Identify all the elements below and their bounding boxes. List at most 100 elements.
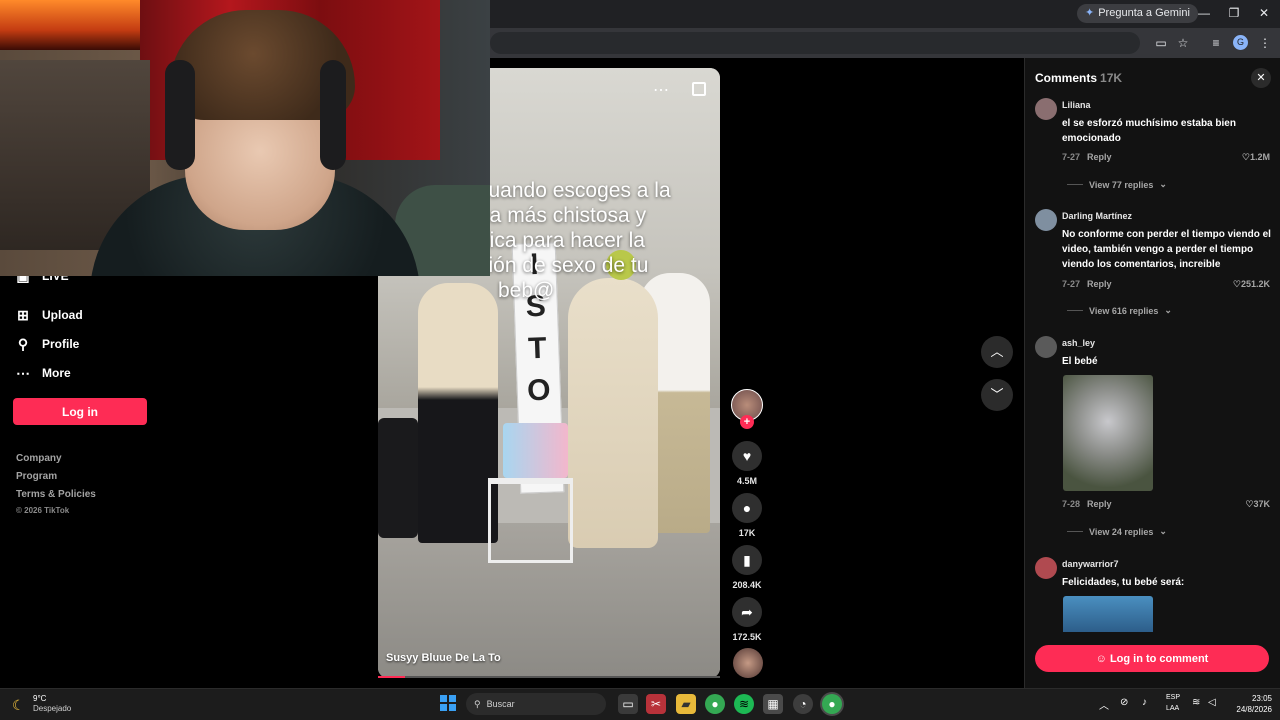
follow-plus-icon[interactable]: + [740,415,754,429]
close-comments-button[interactable]: ✕ [1251,68,1271,88]
chevron-down-icon: ﹀ [990,387,1004,402]
bookmark-star-icon[interactable]: ☆ [1174,34,1192,52]
video-person-left [418,283,498,543]
comment-like-count: 1.2M [1249,152,1270,162]
sidebar-item-profile[interactable]: ⚲ Profile [16,334,79,354]
view-replies-button[interactable]: View 24 replies ⌄ [1067,526,1167,537]
sidebar-item-label: Profile [42,337,80,351]
spotify-icon[interactable]: ≋ [734,694,754,714]
comment-sticker-image[interactable] [1063,375,1153,491]
footer-link-program[interactable]: Program [16,471,57,482]
comment-username[interactable]: danywarrior7 [1062,559,1119,569]
comment-button[interactable]: ● [732,493,762,523]
login-button[interactable]: Log in [13,398,147,425]
previous-video-button[interactable]: ︿ [981,336,1013,368]
windows-start-icon[interactable] [440,695,456,711]
comment-like[interactable]: ♡251.2K [1233,279,1270,290]
like-count: 4.5M [736,476,757,486]
comments-header: Comments 17K [1035,71,1122,85]
comment-username[interactable]: Darling Martínez [1062,211,1132,221]
input-layout[interactable]: LAA [1166,705,1179,712]
fullscreen-icon[interactable] [692,82,706,96]
comment-username[interactable]: Liliana [1062,100,1091,110]
restore-button[interactable]: ❐ [1222,4,1246,22]
volume-icon[interactable]: ◁ [1208,697,1216,708]
reply-button[interactable]: Reply [1087,279,1112,289]
gemini-sparkle-icon: ✦ [1085,7,1095,19]
comments-title: Comments [1035,71,1098,85]
minimize-button[interactable]: — [1192,4,1216,22]
comments-count: 17K [1100,71,1123,85]
view-replies-label: View 77 replies [1089,179,1154,190]
close-icon: ✕ [1256,72,1266,84]
reply-button[interactable]: Reply [1087,152,1112,162]
task-view-icon[interactable]: ▭ [618,694,638,714]
save-button[interactable]: ▮ [732,545,762,575]
login-to-comment-button[interactable]: ☺ Log in to comment [1035,645,1269,672]
divider [1067,184,1083,185]
divider [1067,310,1083,311]
chevron-down-icon: ⌄ [1159,179,1167,189]
address-bar[interactable] [490,32,1140,54]
sidebar-item-more[interactable]: ⋯ More [16,363,71,383]
weather-description[interactable]: Despejado [33,704,71,713]
comment-sticker-image[interactable] [1063,596,1153,632]
input-language[interactable]: ESP [1166,694,1180,701]
view-replies-button[interactable]: View 77 replies ⌄ [1067,179,1167,190]
comment-username[interactable]: ash_ley [1062,338,1095,348]
profile-avatar[interactable]: G [1233,35,1248,50]
comment-text: No conforme con perder el tiempo viendo … [1062,229,1271,270]
tray-network-off-icon[interactable]: ⊘ [1120,697,1128,708]
tray-microphone-icon[interactable]: ♪ [1142,697,1147,708]
comment-avatar[interactable] [1035,98,1057,120]
comment-avatar[interactable] [1035,557,1057,579]
view-replies-button[interactable]: View 616 replies ⌄ [1067,305,1172,316]
share-arrow-icon: ➦ [741,604,753,620]
snipping-tool-icon[interactable]: ✂ [646,694,666,714]
clock-time[interactable]: 23:05 [1232,694,1272,703]
comment-avatar[interactable] [1035,209,1057,231]
comment-text: el se esforzó muchísimo estaba bien emoc… [1062,118,1236,144]
tab-search-icon[interactable]: ≡ [1207,34,1225,52]
tray-chevron-up-icon[interactable]: ︿ [1099,697,1109,712]
window-close-button[interactable]: ✕ [1252,4,1276,22]
video-author[interactable]: Susyy Bluue De La To [386,652,501,664]
file-explorer-icon[interactable]: ▰ [676,694,696,714]
wifi-icon[interactable]: ≋ [1192,697,1200,708]
chevron-up-icon: ︿ [990,344,1004,359]
chevron-down-icon: ⌄ [1159,526,1167,536]
reply-button[interactable]: Reply [1087,499,1112,509]
profile-icon: ⚲ [17,335,29,352]
share-button[interactable]: ➦ [732,597,762,627]
chrome-icon[interactable]: ● [705,694,725,714]
chrome-menu-icon[interactable]: ⋮ [1256,34,1274,52]
webcam-headset-right [320,60,346,170]
calculator-icon[interactable]: ▦ [763,694,783,714]
moon-icon[interactable]: ☾ [12,697,25,714]
sidebar-item-upload[interactable]: ⊞ Upload [16,305,83,325]
next-video-button[interactable]: ﹀ [981,379,1013,411]
comment-like[interactable]: ♡1.2M [1242,152,1270,163]
comment-avatar[interactable] [1035,336,1057,358]
video-more-options-icon[interactable]: ⋯ [653,80,669,100]
weather-temperature[interactable]: 9°C [33,694,46,703]
caption-line: nica para hacer la [478,229,645,252]
taskbar-search[interactable]: ⚲ Buscar [466,693,606,715]
comment-like-count: 251.2K [1240,279,1270,289]
like-button[interactable]: ♥ [732,441,762,471]
app-icon[interactable]: ◔ [793,694,813,714]
footer-link-company[interactable]: Company [16,453,62,464]
gemini-button[interactable]: ✦ Pregunta a Gemini [1077,4,1198,23]
sidebar-item-label: More [42,366,71,380]
chrome-active-icon[interactable]: ● [822,694,842,714]
share-count: 172.5K [732,632,762,642]
comment-like[interactable]: ♡37K [1245,499,1270,510]
footer-link-terms[interactable]: Terms & Policies [16,489,96,500]
clock-date[interactable]: 24/8/2026 [1225,705,1272,714]
view-replies-label: View 616 replies [1089,305,1159,316]
banner-letter: O [526,373,552,408]
music-disc-icon[interactable] [733,648,763,678]
video-progress-bar[interactable] [378,676,720,678]
chevron-down-icon: ⌄ [1164,305,1172,315]
cast-icon[interactable]: ▭ [1152,34,1170,52]
